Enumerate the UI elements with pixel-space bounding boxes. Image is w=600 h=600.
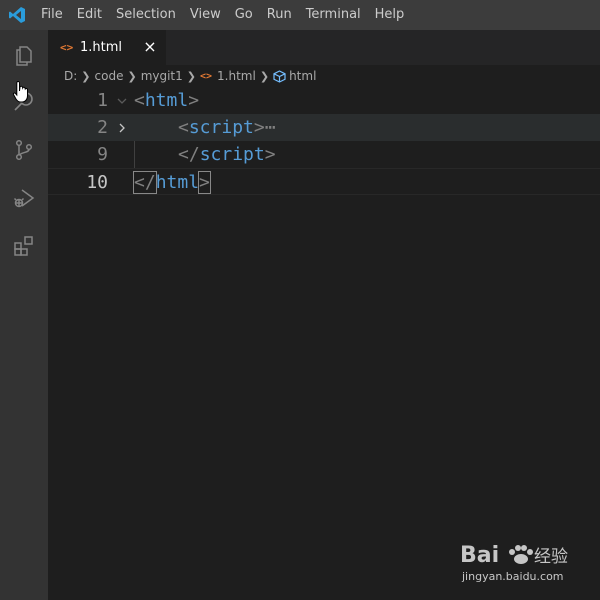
html-file-icon: <> [200, 70, 213, 82]
menu-view[interactable]: View [183, 0, 228, 30]
code-text: <script>⋯ [178, 117, 276, 138]
html-file-icon: <> [60, 41, 74, 54]
chevron-right-icon: ❯ [186, 69, 196, 83]
fold-collapsed-icon[interactable] [114, 114, 130, 141]
breadcrumb-drive[interactable]: D: [64, 69, 77, 83]
menu-help[interactable]: Help [368, 0, 412, 30]
code-text: </script> [178, 144, 276, 165]
menu-edit[interactable]: Edit [70, 0, 109, 30]
line-number: 9 [97, 144, 108, 165]
source-control-icon[interactable] [0, 126, 48, 174]
fold-expanded-icon[interactable] [114, 87, 130, 114]
baidu-jingyan-watermark: Bai 经验 jingyan.baidu.com [460, 536, 580, 586]
menu-run[interactable]: Run [260, 0, 299, 30]
close-tab-button[interactable]: × [142, 39, 158, 55]
tab-label: 1.html [80, 40, 123, 55]
mouse-cursor-icon [12, 80, 30, 108]
run-debug-icon[interactable] [0, 174, 48, 222]
line-number: 1 [97, 90, 108, 111]
tab-bar: <> 1.html × [48, 30, 600, 65]
svg-text:Bai: Bai [460, 543, 499, 568]
title-bar: File Edit Selection View Go Run Terminal… [0, 0, 600, 30]
breadcrumb-folder-mygit1[interactable]: mygit1 [141, 69, 183, 83]
vscode-logo-icon [0, 0, 34, 30]
svg-text:经验: 经验 [534, 547, 568, 567]
menu-terminal[interactable]: Terminal [299, 0, 368, 30]
code-text: <html> [134, 90, 200, 111]
activity-bar [0, 30, 48, 600]
code-text: </html> [133, 171, 211, 194]
chevron-right-icon: ❯ [81, 69, 91, 83]
menu-file[interactable]: File [34, 0, 70, 30]
folded-ellipsis: ⋯ [264, 117, 276, 138]
menu-go[interactable]: Go [228, 0, 260, 30]
menu-bar: File Edit Selection View Go Run Terminal… [34, 0, 411, 30]
code-line: 10 </html> [48, 168, 600, 195]
line-number: 10 [86, 172, 108, 193]
menu-selection[interactable]: Selection [109, 0, 183, 30]
svg-text:jingyan.baidu.com: jingyan.baidu.com [461, 570, 564, 583]
breadcrumb-file[interactable]: 1.html [217, 69, 256, 83]
code-line: 9 </script> [48, 141, 600, 168]
line-number: 2 [97, 117, 108, 138]
symbol-element-icon [273, 69, 286, 83]
code-line: 2 <script>⋯ [48, 114, 600, 141]
extensions-icon[interactable] [0, 222, 48, 270]
chevron-right-icon: ❯ [259, 69, 270, 83]
breadcrumb-folder-code[interactable]: code [95, 69, 124, 83]
breadcrumb-symbol[interactable]: html [289, 69, 316, 83]
chevron-right-icon: ❯ [127, 69, 137, 83]
code-line: 1 <html> [48, 87, 600, 114]
explorer-icon[interactable] [0, 30, 48, 78]
code-editor[interactable]: 1 <html> 2 <script>⋯ 9 </script> 10 </ht… [48, 87, 600, 600]
breadcrumb: D: ❯ code ❯ mygit1 ❯ <> 1.html ❯ html [48, 65, 600, 87]
tab-1-html[interactable]: <> 1.html × [48, 30, 166, 65]
